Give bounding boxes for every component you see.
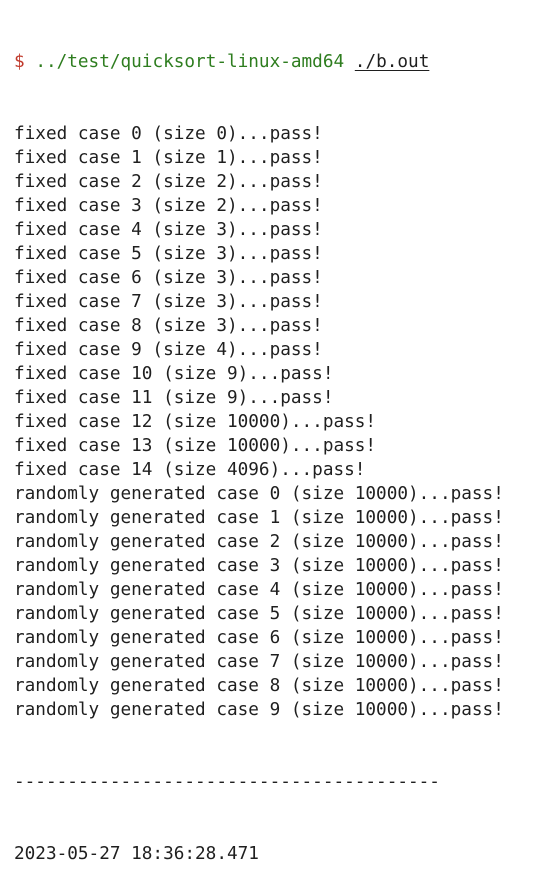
output-line: randomly generated case 2 (size 10000)..…: [14, 532, 504, 552]
output-line: fixed case 14 (size 4096)...pass!: [14, 460, 366, 480]
output-line: fixed case 8 (size 3)...pass!: [14, 316, 323, 336]
output-line: randomly generated case 3 (size 10000)..…: [14, 556, 504, 576]
output-line: fixed case 7 (size 3)...pass!: [14, 292, 323, 312]
output-line: fixed case 3 (size 2)...pass!: [14, 196, 323, 216]
output-line: fixed case 6 (size 3)...pass!: [14, 268, 323, 288]
output-line: randomly generated case 8 (size 10000)..…: [14, 676, 504, 696]
output-line: fixed case 9 (size 4)...pass!: [14, 340, 323, 360]
output-line: fixed case 1 (size 1)...pass!: [14, 148, 323, 168]
output-line: fixed case 11 (size 9)...pass!: [14, 388, 334, 408]
output-line: randomly generated case 1 (size 10000)..…: [14, 508, 504, 528]
output-line: randomly generated case 0 (size 10000)..…: [14, 484, 504, 504]
output-line: randomly generated case 6 (size 10000)..…: [14, 628, 504, 648]
output-line: fixed case 12 (size 10000)...pass!: [14, 412, 377, 432]
output-line: fixed case 13 (size 10000)...pass!: [14, 436, 377, 456]
output-line: randomly generated case 9 (size 10000)..…: [14, 700, 504, 720]
timestamp: 2023-05-27 18:36:28.471: [14, 844, 259, 864]
output-line: randomly generated case 4 (size 10000)..…: [14, 580, 504, 600]
output-line: fixed case 2 (size 2)...pass!: [14, 172, 323, 192]
output-line: fixed case 5 (size 3)...pass!: [14, 244, 323, 264]
command-argument: ./b.out: [354, 52, 430, 72]
terminal-window[interactable]: $ ../test/quicksort-linux-amd64 ./b.out …: [0, 0, 560, 864]
command-prompt-line: $ ../test/quicksort-linux-amd64 ./b.out: [14, 50, 560, 74]
output-line: fixed case 10 (size 9)...pass!: [14, 364, 334, 384]
terminal-output: fixed case 0 (size 0)...pass! fixed case …: [14, 122, 560, 722]
output-line: randomly generated case 7 (size 10000)..…: [14, 652, 504, 672]
separator-line: ----------------------------------------: [14, 772, 440, 792]
command-path: ../test/quicksort-linux-amd64: [35, 52, 345, 72]
output-line: randomly generated case 5 (size 10000)..…: [14, 604, 504, 624]
prompt-symbol: $: [14, 52, 25, 72]
output-line: fixed case 4 (size 3)...pass!: [14, 220, 323, 240]
output-line: fixed case 0 (size 0)...pass!: [14, 124, 323, 144]
